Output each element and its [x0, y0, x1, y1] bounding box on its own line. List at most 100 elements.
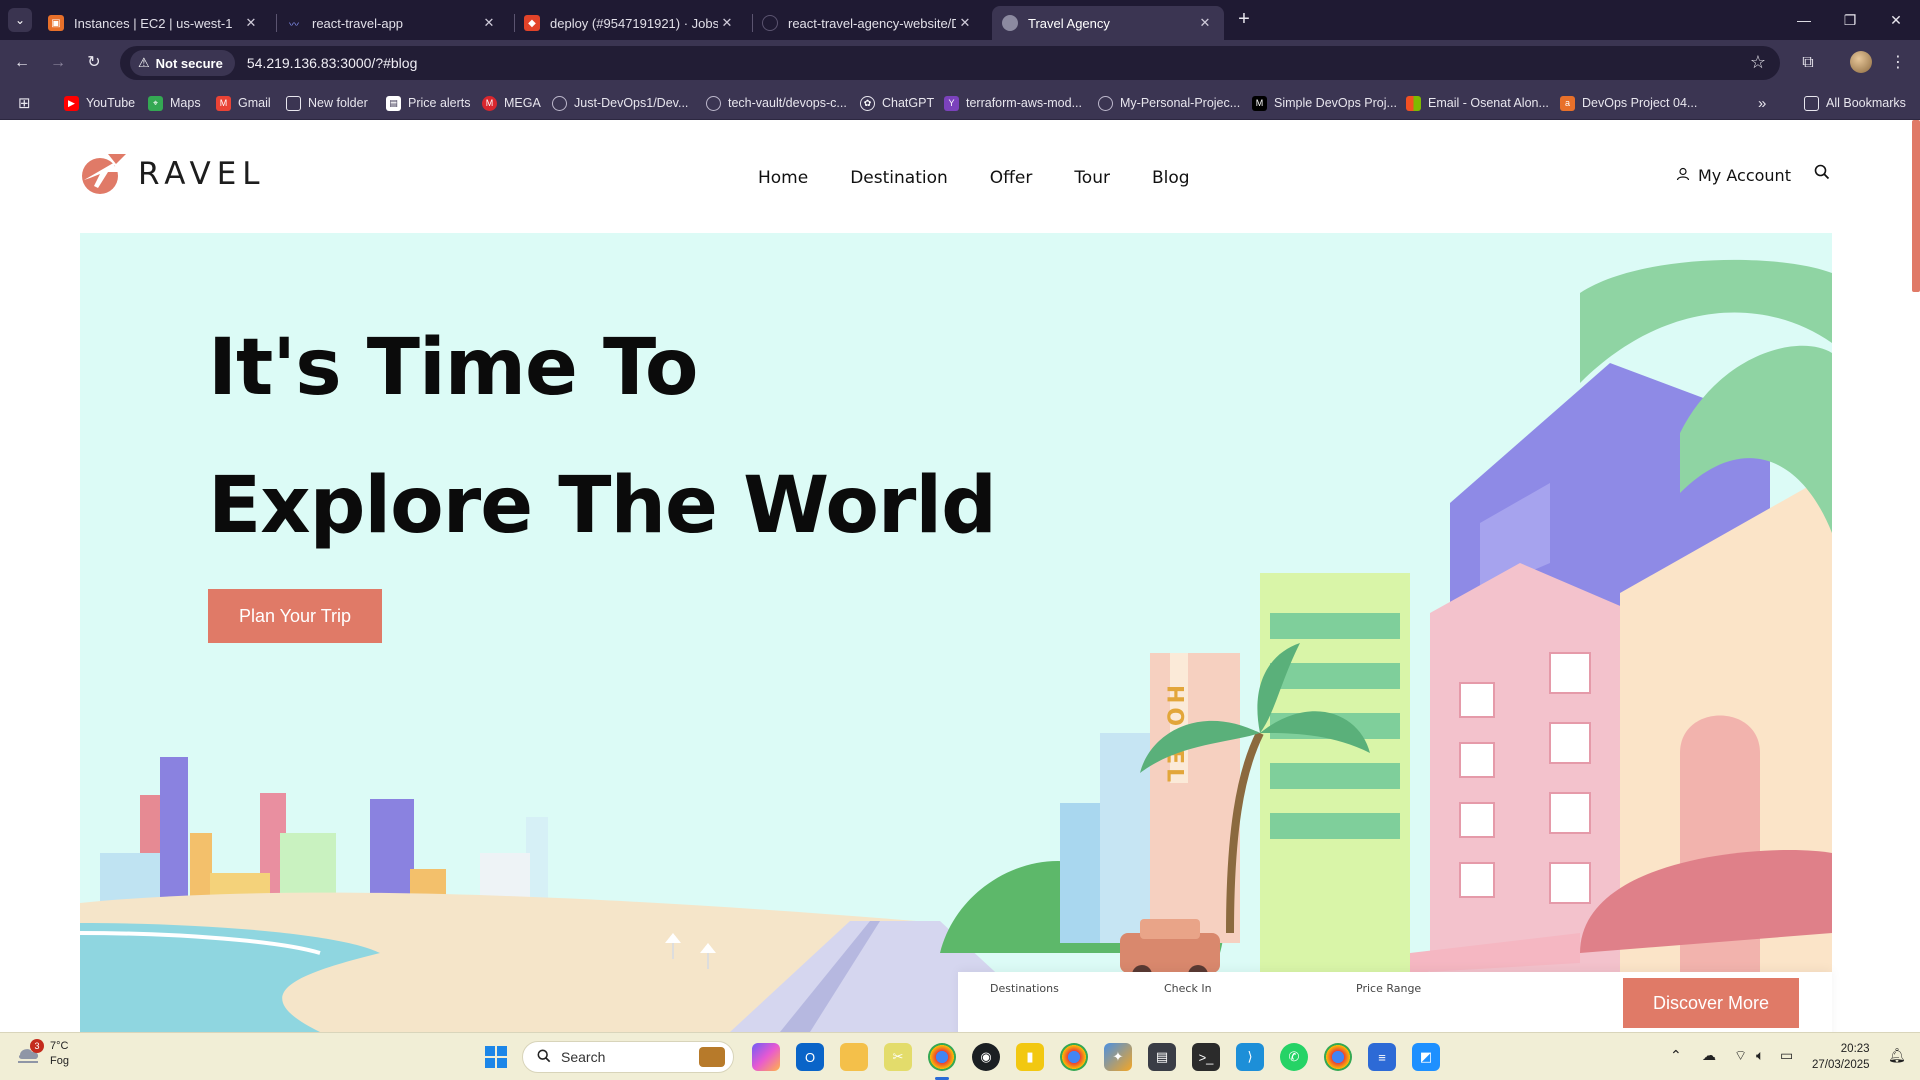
notifications-icon[interactable]: 🔔︎ — [1888, 1047, 1906, 1064]
bookmark-star-icon[interactable]: ☆ — [1750, 52, 1766, 73]
show-hidden-icons[interactable]: ⌃ — [1670, 1047, 1682, 1064]
github-desktop-icon[interactable]: ◉ — [972, 1043, 1000, 1071]
security-indicator[interactable]: ⚠ Not secure — [130, 50, 235, 76]
hero-title-line-1: It's Time To — [208, 323, 698, 413]
address-bar[interactable]: ⚠ Not secure 54.219.136.83:3000/?#blog ☆ — [120, 46, 1780, 80]
chrome-icon[interactable] — [928, 1043, 956, 1071]
bookmark-label: Gmail — [238, 96, 271, 110]
tab-gitlab-deploy[interactable]: ◆ deploy (#9547191921) · Jobs · ll ✕ — [514, 6, 746, 40]
web-page: RAVEL Home Destination Offer Tour Blog M… — [0, 120, 1920, 1032]
plan-your-trip-button[interactable]: Plan Your Trip — [208, 589, 382, 643]
bookmark-youtube[interactable]: ▶ YouTube — [64, 86, 135, 120]
bookmark-maps[interactable]: ⌖ Maps — [148, 86, 201, 120]
taskbar-search[interactable]: Search — [522, 1041, 734, 1073]
bookmark-price-alerts[interactable]: ▤ Price alerts — [386, 86, 471, 120]
hero-title-line-2: Explore The World — [208, 461, 997, 551]
snipping-tool-icon[interactable]: ✂ — [884, 1043, 912, 1071]
onedrive-icon[interactable]: ☁ — [1702, 1047, 1716, 1064]
menu-kebab-icon[interactable]: ⋮ — [1886, 51, 1910, 75]
bookmark-tech-vault[interactable]: tech-vault/devops-c... — [706, 86, 847, 120]
bookmark-simple-devops[interactable]: M Simple DevOps Proj... — [1252, 86, 1397, 120]
windows-start-icon[interactable] — [482, 1043, 510, 1071]
bookmark-label: Just-DevOps1/Dev... — [574, 96, 689, 110]
wifi-icon[interactable]: ⌔ — [1734, 1047, 1747, 1065]
search-icon[interactable] — [1814, 164, 1830, 185]
bookmark-label: ChatGPT — [882, 96, 935, 110]
bookmark-devops-project[interactable]: a DevOps Project 04... — [1560, 86, 1697, 120]
page-scrollbar[interactable] — [1912, 120, 1920, 292]
extensions-icon[interactable]: ⧉ — [1796, 51, 1820, 75]
profile-avatar[interactable] — [1850, 51, 1872, 73]
notepad-icon[interactable]: ≡ — [1368, 1043, 1396, 1071]
gemini-icon[interactable]: ✦ — [1104, 1043, 1132, 1071]
my-account-label: My Account — [1698, 166, 1791, 185]
nav-home[interactable]: Home — [758, 168, 808, 188]
restore-icon[interactable]: ❐ — [1830, 8, 1870, 32]
bookmark-mega[interactable]: M MEGA — [482, 86, 541, 120]
nav-destination[interactable]: Destination — [850, 168, 948, 188]
my-account-link[interactable]: My Account — [1676, 166, 1791, 185]
github-icon — [552, 95, 567, 111]
tab-github-repo[interactable]: react-travel-agency-website/Dc ✕ — [752, 6, 984, 40]
bookmark-terraform[interactable]: Y terraform-aws-mod... — [944, 86, 1082, 120]
bookmark-email[interactable]: Email - Osenat Alon... — [1406, 86, 1549, 120]
bookmark-label: Simple DevOps Proj... — [1274, 96, 1397, 110]
remote-desktop-icon[interactable]: ◩ — [1412, 1043, 1440, 1071]
whatsapp-icon[interactable]: ✆ — [1280, 1043, 1308, 1071]
terminal-icon[interactable]: >_ — [1192, 1043, 1220, 1071]
bookmark-new-folder[interactable]: New folder — [286, 86, 368, 120]
tab-search-button[interactable]: ⌄ — [8, 8, 32, 32]
vscode-icon[interactable]: ⟩ — [1236, 1043, 1264, 1071]
close-tab-icon[interactable]: ✕ — [480, 15, 498, 31]
power-bi-icon[interactable]: ▮ — [1016, 1043, 1044, 1071]
bookmark-gmail[interactable]: M Gmail — [216, 86, 271, 120]
copilot-icon[interactable] — [752, 1043, 780, 1071]
tab-react-travel-app[interactable]: 〰 react-travel-app ✕ — [276, 6, 508, 40]
virtualbox-icon[interactable]: ▤ — [1148, 1043, 1176, 1071]
youtube-icon: ▶ — [64, 95, 79, 111]
tab-ec2[interactable]: ▣ Instances | EC2 | us-west-1 ✕ — [38, 6, 270, 40]
battery-icon[interactable]: ▭ — [1780, 1047, 1793, 1064]
tab-title: react-travel-app — [312, 15, 404, 31]
weather-widget[interactable]: 3 7°C Fog — [16, 1039, 69, 1069]
nav-offer[interactable]: Offer — [990, 168, 1033, 188]
clock-date: 27/03/2025 — [1812, 1059, 1870, 1071]
logo-text: RAVEL — [138, 156, 266, 192]
outlook-icon[interactable]: O — [796, 1043, 824, 1071]
reload-icon[interactable]: ↻ — [82, 51, 106, 75]
fog-icon: 3 — [16, 1039, 44, 1065]
close-tab-icon[interactable]: ✕ — [956, 15, 974, 31]
file-explorer-icon[interactable] — [840, 1043, 868, 1071]
minimize-icon[interactable]: — — [1784, 8, 1824, 32]
bookmark-just-devops[interactable]: Just-DevOps1/Dev... — [552, 86, 688, 120]
bookmark-label: New folder — [308, 96, 368, 110]
close-tab-icon[interactable]: ✕ — [242, 15, 260, 31]
close-tab-icon[interactable]: ✕ — [718, 15, 736, 31]
clock-time: 20:23 — [1840, 1043, 1870, 1055]
close-window-icon[interactable]: ✕ — [1876, 8, 1916, 32]
bookmark-personal-projects[interactable]: My-Personal-Projec... — [1098, 86, 1240, 120]
volume-icon[interactable]: 🔈︎ — [1756, 1047, 1764, 1064]
bookmark-label: Price alerts — [408, 96, 471, 110]
chrome-profile-icon[interactable] — [1060, 1043, 1088, 1071]
tab-travel-agency[interactable]: Travel Agency ✕ — [992, 6, 1224, 40]
url-text[interactable]: 54.219.136.83:3000/?#blog — [247, 55, 418, 71]
system-clock[interactable]: 20:23 27/03/2025 — [1812, 1041, 1870, 1073]
chrome-secondary-icon[interactable] — [1324, 1043, 1352, 1071]
bookmarks-bar: ⊞ ▶ YouTube ⌖ Maps M Gmail New folder ▤ … — [0, 86, 1920, 120]
folder-icon — [286, 95, 301, 111]
discover-more-button[interactable]: Discover More — [1623, 978, 1799, 1028]
bookmark-label: tech-vault/devops-c... — [728, 96, 847, 110]
new-tab-icon[interactable]: + — [1232, 8, 1256, 32]
bookmark-chatgpt[interactable]: ✿ ChatGPT — [860, 86, 934, 120]
nav-blog[interactable]: Blog — [1152, 168, 1190, 188]
apps-grid-icon[interactable]: ⊞ — [18, 86, 31, 120]
back-icon[interactable]: ← — [10, 51, 34, 75]
close-tab-icon[interactable]: ✕ — [1196, 15, 1214, 31]
maps-icon: ⌖ — [148, 95, 163, 111]
all-bookmarks[interactable]: All Bookmarks — [1804, 86, 1906, 120]
nav-tour[interactable]: Tour — [1074, 168, 1110, 188]
forward-icon[interactable]: → — [46, 51, 70, 75]
more-bookmarks-icon[interactable]: » — [1758, 86, 1766, 120]
site-logo[interactable]: RAVEL — [78, 150, 266, 198]
